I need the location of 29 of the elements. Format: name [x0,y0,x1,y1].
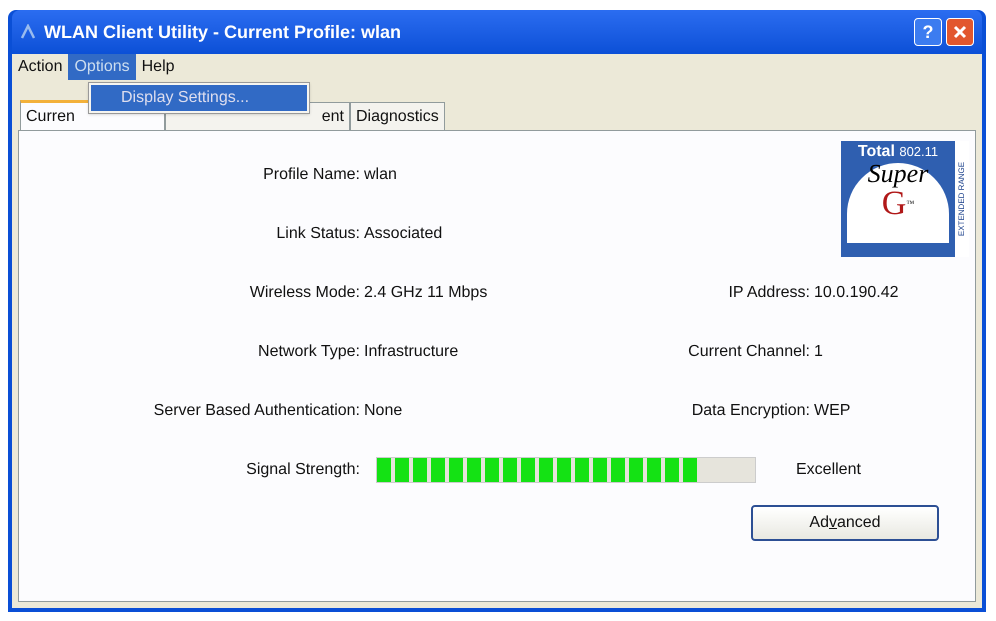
signal-reading: Excellent [796,460,861,480]
field-value: 1 [814,342,823,360]
advanced-button[interactable]: Advanced [751,505,939,541]
field-label: Profile Name: [263,164,360,184]
field-value: 10.0.190.42 [814,284,899,300]
field-label: Current Channel: [688,342,810,362]
field-label: Network Type: [258,342,360,362]
field-label: Signal Strength: [246,460,360,480]
field-value: wlan [364,166,397,182]
field-value: None [364,402,402,418]
field-value: Associated [364,224,442,242]
window-title: WLAN Client Utility - Current Profile: wlan [44,20,402,44]
menu-item[interactable]: Action [12,54,68,80]
menu-item[interactable]: Help [136,54,181,80]
field-value: 2.4 GHz 11 Mbps [364,284,488,300]
field-label: IP Address: [728,282,810,302]
app-icon [20,24,36,40]
field-label: Link Status: [276,224,360,244]
close-icon [953,25,967,39]
field-label: Wireless Mode: [250,282,360,302]
menu-item[interactable]: Options [68,54,136,80]
close-button[interactable] [946,18,974,46]
field-label: Server Based Authentication: [154,400,360,420]
help-button[interactable]: ? [914,18,942,46]
menu-option[interactable]: Display Settings... [91,85,307,111]
tab[interactable]: Diagnostics [350,102,445,130]
field-value: Infrastructure [364,342,458,360]
field-value: WEP [814,402,850,418]
field-label: Data Encryption: [692,400,810,420]
